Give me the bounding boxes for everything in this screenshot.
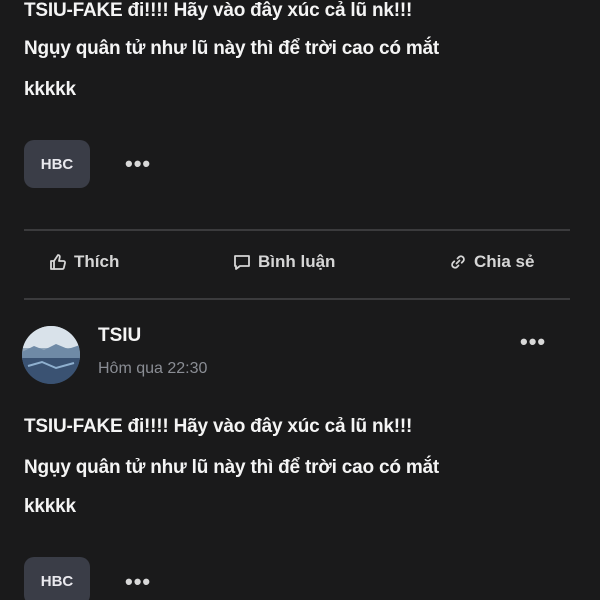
post-text-line: TSIU-FAKE đi!!!! Hãy vào đây xúc cả lũ n…	[24, 0, 413, 21]
tag-chip[interactable]: HBC	[24, 557, 90, 600]
divider	[24, 229, 570, 231]
post-text-line: kkkkk	[24, 496, 76, 517]
link-icon	[448, 252, 468, 272]
author-name[interactable]: TSIU	[98, 325, 141, 347]
post-text-line: Ngụy quân tử như lũ này thì để trời cao …	[24, 38, 440, 59]
avatar[interactable]	[22, 326, 80, 384]
like-button[interactable]: Thích	[48, 248, 119, 276]
feed: TSIU-FAKE đi!!!! Hãy vào đây xúc cả lũ n…	[0, 0, 600, 600]
comment-label: Bình luận	[258, 252, 336, 271]
comment-button[interactable]: Bình luận	[232, 248, 335, 276]
post-text-line: TSIU-FAKE đi!!!! Hãy vào đây xúc cả lũ n…	[24, 416, 413, 437]
like-label: Thích	[74, 252, 120, 271]
more-options-button[interactable]: •••	[125, 153, 151, 175]
comment-bubble-icon	[232, 252, 252, 272]
share-button[interactable]: Chia sẻ	[448, 248, 534, 276]
tag-chip[interactable]: HBC	[24, 140, 90, 188]
post-text-line: kkkkk	[24, 79, 76, 100]
share-label: Chia sẻ	[474, 252, 535, 271]
thumbs-up-icon	[48, 252, 68, 272]
post-text-line: Ngụy quân tử như lũ này thì để trời cao …	[24, 457, 440, 478]
divider	[24, 298, 570, 300]
more-options-button[interactable]: •••	[520, 331, 546, 353]
post-timestamp: Hôm qua 22:30	[98, 360, 208, 377]
more-options-button[interactable]: •••	[125, 571, 151, 593]
